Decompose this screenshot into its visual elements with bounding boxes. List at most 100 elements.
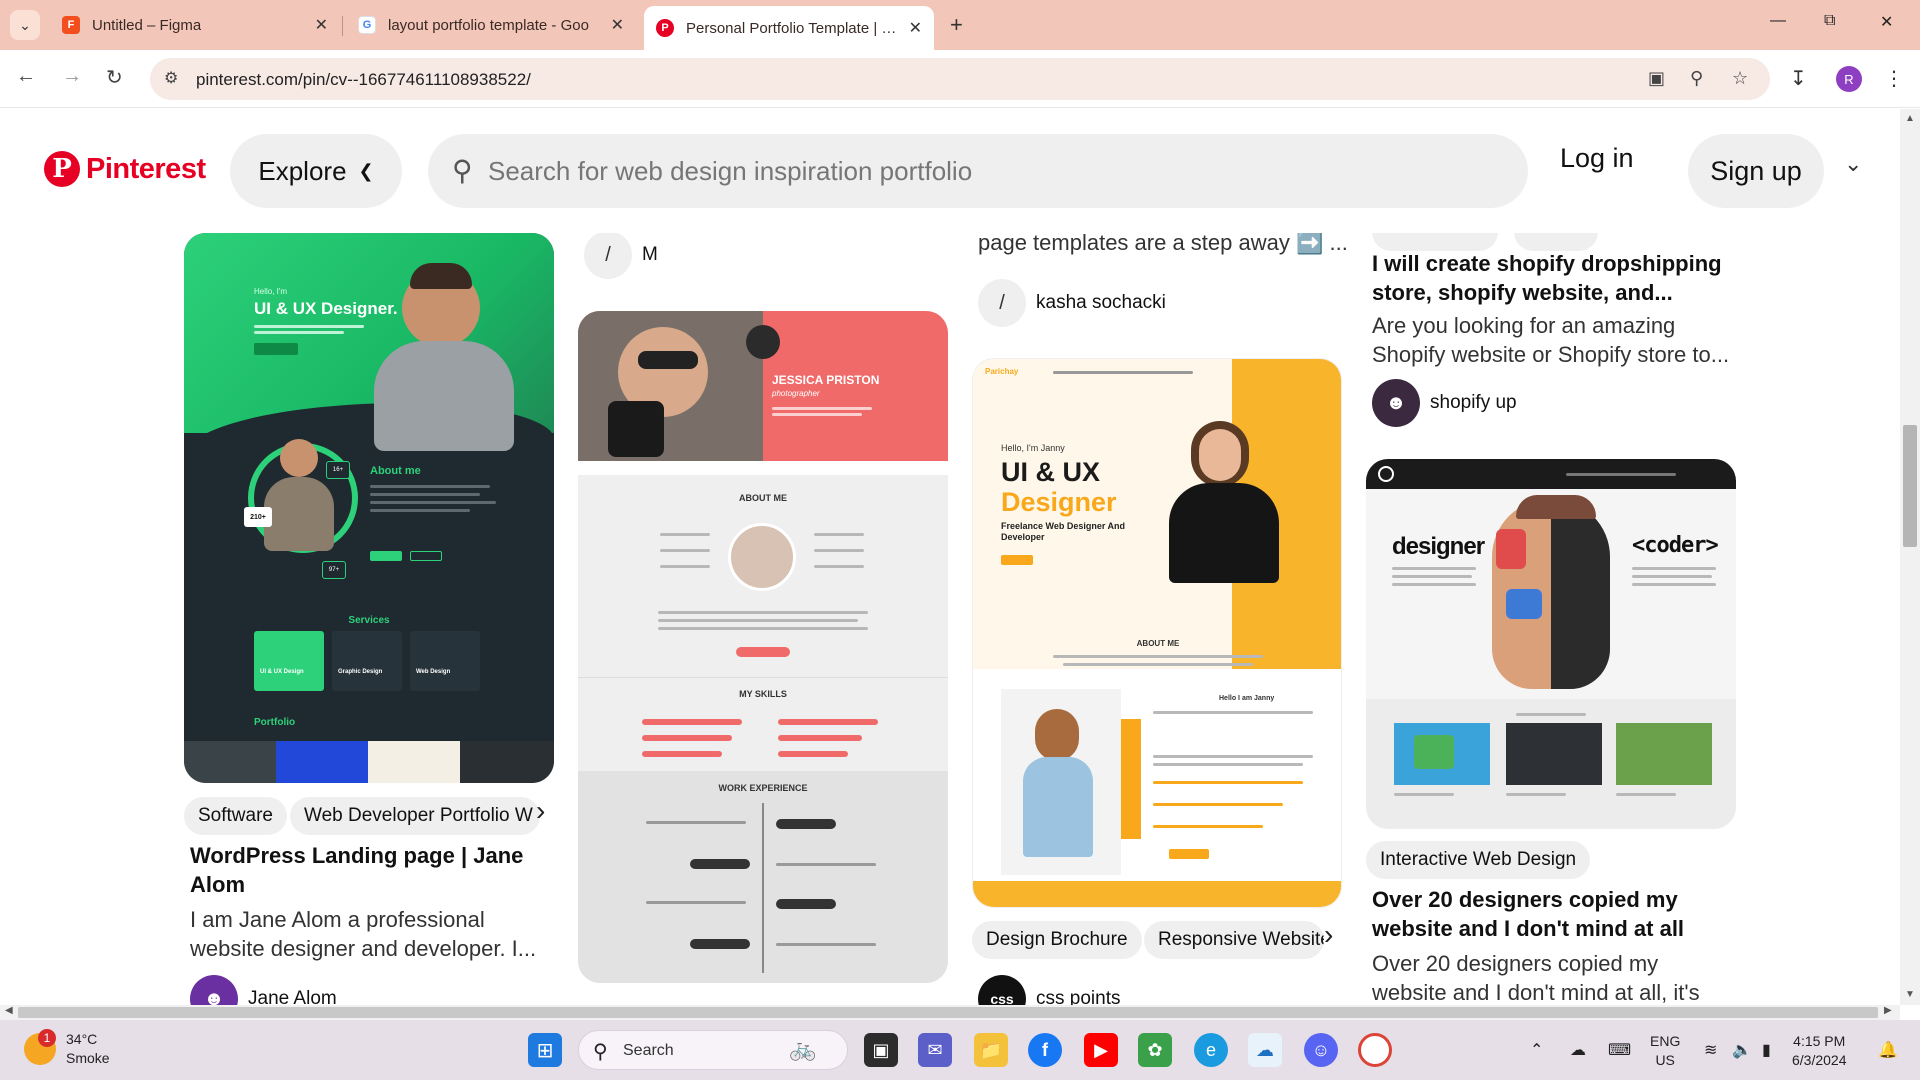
install-app-icon[interactable]: ▣ bbox=[1648, 68, 1665, 89]
pin-author[interactable]: / M bbox=[584, 233, 658, 279]
window-close-icon[interactable]: ✕ bbox=[1880, 12, 1893, 32]
more-options-chevron-icon[interactable]: ⌄ bbox=[1844, 151, 1862, 177]
show-hidden-icons-chevron-icon[interactable]: ⌃ bbox=[1530, 1040, 1543, 1060]
address-bar[interactable]: ⚙ pinterest.com/pin/cv--1667746111089385… bbox=[150, 58, 1770, 100]
app-leaf-icon[interactable]: ✿ bbox=[1138, 1033, 1172, 1067]
mockup-text-line bbox=[1153, 711, 1313, 714]
mockup-about-heading: ABOUT ME bbox=[1136, 639, 1180, 648]
close-icon[interactable]: ✕ bbox=[899, 18, 922, 38]
scroll-down-arrow-icon[interactable]: ▼ bbox=[1905, 989, 1915, 1000]
scroll-right-arrow-icon[interactable]: ▶ bbox=[1884, 1005, 1892, 1016]
tab-figma[interactable]: F Untitled – Figma ✕ bbox=[50, 6, 340, 44]
weather-text: 34°C Smoke bbox=[66, 1030, 110, 1068]
pin-title[interactable]: I will create shopify dropshipping store… bbox=[1372, 249, 1732, 307]
mockup-nav-line bbox=[1566, 473, 1676, 476]
mockup-button bbox=[1169, 849, 1209, 859]
back-arrow-icon[interactable]: ← bbox=[16, 65, 36, 88]
tag-chip[interactable]: Interactive Web Design bbox=[1366, 841, 1591, 879]
minimize-icon[interactable]: — bbox=[1770, 12, 1786, 30]
avatar: ☻ bbox=[1372, 379, 1420, 427]
facebook-icon[interactable]: f bbox=[1028, 1033, 1062, 1067]
sign-up-button[interactable]: Sign up bbox=[1688, 134, 1824, 208]
tab-title: Personal Portfolio Template | Po bbox=[686, 19, 899, 37]
mockup-face-paint bbox=[1506, 589, 1542, 619]
quick-assist-icon[interactable]: ☁ bbox=[1248, 1033, 1282, 1067]
kebab-menu-icon[interactable]: ⋮ bbox=[1884, 66, 1904, 91]
reload-icon[interactable]: ↻ bbox=[106, 65, 123, 90]
chevron-right-icon[interactable]: › bbox=[1324, 919, 1333, 951]
weather-condition: Smoke bbox=[66, 1050, 110, 1066]
youtube-icon[interactable]: ▶ bbox=[1084, 1033, 1118, 1067]
mockup-stat: 16+ bbox=[326, 461, 350, 479]
windows-start-icon[interactable]: ⊞ bbox=[528, 1033, 562, 1067]
explore-button[interactable]: Explore ❮ bbox=[230, 134, 402, 208]
language-top: ENG bbox=[1650, 1033, 1681, 1049]
pin-image-designer-coder[interactable]: designer <coder> bbox=[1366, 459, 1736, 829]
scrollbar-thumb[interactable] bbox=[1903, 425, 1917, 547]
notification-bell-icon[interactable]: 🔔 bbox=[1878, 1040, 1898, 1060]
wifi-icon[interactable]: ≋ bbox=[1704, 1040, 1717, 1060]
clock[interactable]: 4:15 PM 6/3/2024 bbox=[1792, 1032, 1847, 1070]
search-input[interactable] bbox=[488, 148, 1488, 194]
profile-avatar[interactable]: R bbox=[1836, 66, 1862, 92]
forward-arrow-icon[interactable]: → bbox=[62, 65, 82, 88]
pin-author[interactable]: css css points bbox=[978, 975, 1120, 1005]
tab-search-chevron-icon[interactable]: ⌄ bbox=[10, 10, 40, 40]
chevron-right-icon[interactable]: › bbox=[536, 795, 545, 827]
tab-pinterest[interactable]: P Personal Portfolio Template | Po ✕ bbox=[644, 6, 934, 50]
horizontal-scrollbar[interactable]: ◀ ▶ bbox=[0, 1005, 1900, 1020]
file-explorer-icon[interactable]: 📁 bbox=[974, 1033, 1008, 1067]
pin-author[interactable]: / kasha sochacki bbox=[978, 279, 1166, 327]
keyboard-icon[interactable]: ⌨ bbox=[1608, 1040, 1631, 1060]
zoom-icon[interactable]: ⚲ bbox=[1690, 68, 1703, 89]
mockup-service-label: Web Design bbox=[416, 669, 451, 675]
volume-icon[interactable]: 🔈 bbox=[1732, 1040, 1752, 1060]
url-text[interactable]: pinterest.com/pin/cv--166774611108938522… bbox=[196, 70, 531, 90]
taskbar-search[interactable]: ⚲ Search 🚲 bbox=[578, 1030, 848, 1070]
scroll-up-arrow-icon[interactable]: ▲ bbox=[1905, 113, 1915, 124]
discord-icon[interactable]: ☺ bbox=[1304, 1033, 1338, 1067]
search-bar[interactable]: ⚲ bbox=[428, 134, 1528, 208]
mockup-button bbox=[1001, 555, 1033, 565]
close-icon[interactable]: ✕ bbox=[305, 15, 328, 35]
mockup-portfolio-thumb bbox=[276, 741, 368, 783]
cloud-icon[interactable]: ☁ bbox=[1570, 1040, 1586, 1060]
mockup-headline-2: Designer bbox=[1001, 487, 1117, 517]
tag-chip[interactable]: Software bbox=[184, 797, 287, 835]
close-icon[interactable]: ✕ bbox=[601, 15, 624, 35]
tag-chip[interactable]: Web Developer Portfolio W bbox=[290, 797, 540, 835]
pin-image-jessica-portfolio[interactable]: JESSICA PRISTON photographer ABOUT ME MY… bbox=[578, 311, 948, 983]
task-view-icon[interactable]: ▣ bbox=[864, 1033, 898, 1067]
tab-google-search[interactable]: G layout portfolio template - Goo ✕ bbox=[346, 6, 636, 44]
weather-widget[interactable]: 1 34°C Smoke bbox=[24, 1029, 110, 1068]
pin-author[interactable]: ☻ Jane Alom bbox=[190, 975, 337, 1005]
site-info-icon[interactable]: ⚙ bbox=[164, 68, 178, 88]
mockup-button bbox=[410, 551, 442, 561]
scrollbar-thumb[interactable] bbox=[18, 1007, 1878, 1018]
scroll-left-arrow-icon[interactable]: ◀ bbox=[5, 1005, 13, 1016]
new-tab-plus-icon[interactable]: + bbox=[950, 12, 963, 38]
pin-image-wordpress-landing[interactable]: Hello, I'm UI & UX Designer. 210+ 16+ 97… bbox=[184, 233, 554, 783]
pin-author[interactable]: ☻ shopify up bbox=[1372, 379, 1517, 427]
mockup-hello-2: Hello I am Janny bbox=[1219, 695, 1275, 702]
bookmark-star-icon[interactable]: ☆ bbox=[1732, 68, 1748, 89]
vertical-scrollbar[interactable]: ▲ ▼ bbox=[1900, 109, 1920, 1005]
chrome-browser-icon[interactable] bbox=[1358, 1033, 1392, 1067]
battery-icon[interactable]: ▮ bbox=[1762, 1040, 1771, 1060]
log-in-button[interactable]: Log in bbox=[1560, 143, 1634, 174]
restore-icon[interactable]: ⧉ bbox=[1824, 12, 1835, 30]
pinterest-logo[interactable]: P Pinterest bbox=[44, 151, 206, 187]
teams-chat-icon[interactable]: ✉ bbox=[918, 1033, 952, 1067]
mockup-about-heading: ABOUT ME bbox=[739, 493, 787, 503]
language-indicator[interactable]: ENG US bbox=[1650, 1032, 1680, 1070]
avatar: ☻ bbox=[190, 975, 238, 1005]
pin-title[interactable]: WordPress Landing page | Jane Alom bbox=[190, 841, 550, 899]
tag-chip[interactable]: Responsive Website bbox=[1144, 921, 1324, 959]
download-icon[interactable]: ↧ bbox=[1790, 66, 1807, 91]
pinterest-icon: P bbox=[656, 19, 674, 37]
pin-image-parichay-portfolio[interactable]: Parichay Hello, I'm Janny UI & UX Design… bbox=[972, 358, 1342, 908]
edge-browser-icon[interactable]: e bbox=[1194, 1033, 1228, 1067]
pin-column-3: page templates are a step away ➡️ ... / … bbox=[972, 233, 1348, 1005]
tag-chip[interactable]: Design Brochure bbox=[972, 921, 1142, 959]
pin-title[interactable]: Over 20 designers copied my website and … bbox=[1372, 885, 1732, 943]
